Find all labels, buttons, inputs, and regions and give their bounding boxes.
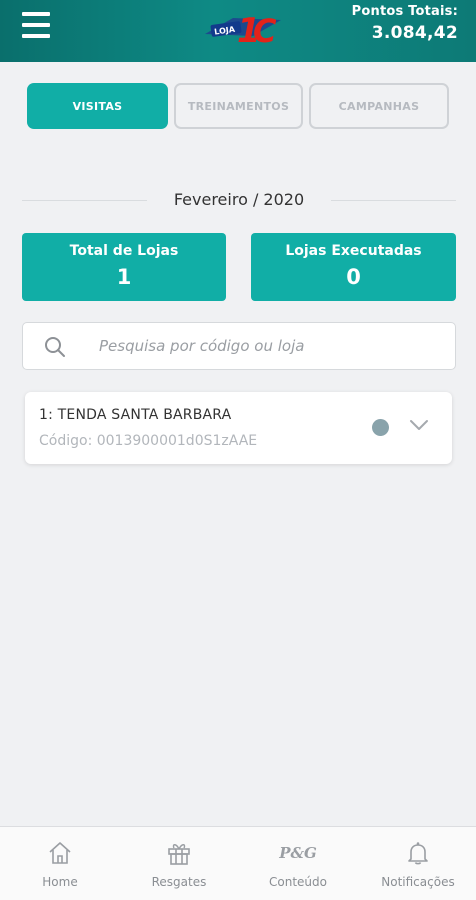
points-display: Pontos Totais: 3.084,42 [352, 4, 458, 43]
tab-campanhas[interactable]: CAMPANHAS [309, 83, 449, 129]
nav-conteudo-label: Conteúdo [269, 875, 327, 889]
points-value: 3.084,42 [371, 23, 458, 43]
home-icon [49, 842, 71, 864]
chevron-down-icon[interactable] [409, 418, 429, 432]
nav-resgates-label: Resgates [151, 875, 207, 889]
points-label: Pontos Totais: [351, 4, 458, 19]
gift-icon [168, 844, 190, 865]
tab-treinamentos[interactable]: TREINAMENTOS [174, 83, 303, 129]
total-stores-value: 1 [116, 265, 132, 289]
store-code: Código: 0013900001d0S1zAAE [39, 433, 258, 449]
nav-notificacoes[interactable]: Notificações [375, 827, 461, 900]
search-box[interactable] [22, 322, 456, 370]
loja10-logo: LOJA 1 C [205, 11, 281, 48]
app-header: LOJA 1 C Pontos Totais: 3.084,42 [0, 0, 476, 62]
search-input[interactable] [99, 323, 439, 369]
bottom-navigation: Home Resgates P&G Conteúdo Notificações [0, 826, 476, 900]
pg-logo-text: P&G [279, 844, 317, 862]
store-list-item[interactable]: 1: TENDA SANTA BARBARA Código: 001390000… [25, 392, 452, 464]
nav-conteudo[interactable]: P&G Conteúdo [258, 827, 338, 900]
nav-home-label: Home [42, 875, 78, 889]
menu-icon[interactable] [22, 12, 50, 38]
divider-line-right [331, 200, 456, 201]
status-indicator [372, 419, 389, 436]
nav-resgates[interactable]: Resgates [139, 827, 219, 900]
nav-notificacoes-label: Notificações [381, 875, 455, 889]
total-stores-card: Total de Lojas 1 [22, 233, 226, 301]
tab-bar: VISITAS TREINAMENTOS CAMPANHAS [27, 83, 449, 129]
total-stores-label: Total de Lojas [69, 243, 179, 259]
pg-logo-icon: P&G [279, 840, 317, 866]
period-divider: Fevereiro / 2020 [22, 190, 456, 212]
nav-home[interactable]: Home [20, 827, 100, 900]
executed-stores-value: 0 [346, 265, 361, 289]
executed-stores-card: Lojas Executadas 0 [251, 233, 456, 301]
tab-visitas[interactable]: VISITAS [27, 83, 168, 129]
store-name: 1: TENDA SANTA BARBARA [39, 407, 232, 423]
executed-stores-label: Lojas Executadas [285, 243, 422, 259]
search-icon [45, 337, 65, 357]
svg-text:C: C [253, 12, 277, 48]
bell-icon [408, 842, 428, 865]
